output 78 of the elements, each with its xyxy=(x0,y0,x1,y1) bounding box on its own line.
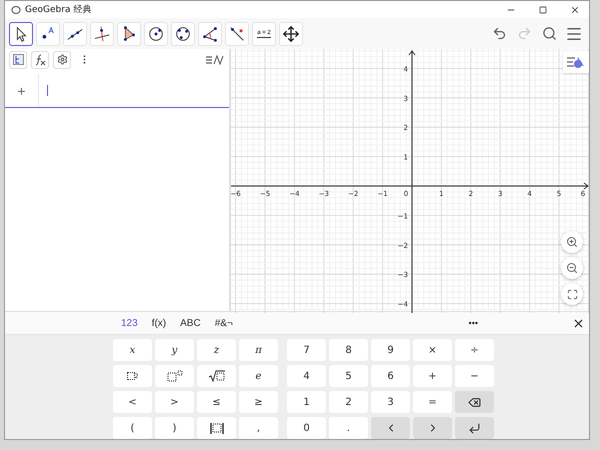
square-root-key[interactable] xyxy=(197,365,236,387)
keyboard-key[interactable]: < xyxy=(113,391,152,413)
keyboard-key[interactable]: e xyxy=(239,365,278,387)
style-bar-icon xyxy=(566,55,586,69)
keyboard-key[interactable]: × xyxy=(413,339,452,361)
keyboard-key[interactable]: ( xyxy=(113,417,152,439)
algebra-input-row[interactable]: + xyxy=(5,74,229,108)
gear-icon xyxy=(56,54,68,65)
keyboard-key[interactable]: 2 xyxy=(329,391,368,413)
keyboard-key[interactable]: > xyxy=(155,391,194,413)
zoom-in-button[interactable] xyxy=(561,231,583,253)
keyboard-key[interactable]: , xyxy=(239,417,278,439)
keyboard-key[interactable]: 8 xyxy=(329,339,368,361)
window-title: GeoGebra 经典 xyxy=(25,4,92,16)
keyboard-key[interactable]: y xyxy=(155,339,194,361)
keyboard-tab[interactable]: #&¬ xyxy=(214,318,233,328)
redo-icon xyxy=(516,26,532,41)
dotted-box-icon xyxy=(126,372,135,380)
style-bar-button[interactable] xyxy=(563,51,589,73)
power-key[interactable] xyxy=(155,365,194,387)
keyboard-key[interactable]: 4 xyxy=(287,365,326,387)
undo-icon xyxy=(492,26,506,41)
settings-button[interactable] xyxy=(53,50,71,68)
zoom-in-icon xyxy=(566,236,578,248)
keyboard-key[interactable]: ≤ xyxy=(197,391,236,413)
function-button[interactable] xyxy=(31,50,49,68)
keyboard-key[interactable]: ) xyxy=(155,417,194,439)
power-box-icon xyxy=(166,370,182,382)
move-arrows-icon xyxy=(282,24,300,42)
app-logo-icon xyxy=(11,4,21,14)
keyboard-key[interactable]: x xyxy=(113,339,152,361)
absolute-value-key[interactable] xyxy=(197,417,236,439)
keyboard-tab[interactable]: 123 xyxy=(121,318,138,328)
keyboard-key[interactable]: = xyxy=(413,391,452,413)
keyboard-key[interactable]: 0 xyxy=(287,417,326,439)
algebra-view-icon xyxy=(12,54,24,65)
keyboard-key[interactable]: + xyxy=(413,365,452,387)
keyboard-key[interactable]: ÷ xyxy=(455,339,494,361)
keyboard-key[interactable]: 6 xyxy=(371,365,410,387)
fx-icon xyxy=(34,54,46,66)
square-key[interactable]: 2 xyxy=(113,365,152,387)
keyboard-key[interactable]: 1 xyxy=(287,391,326,413)
line-with-point-icon xyxy=(228,24,246,42)
search-icon xyxy=(542,26,556,41)
keyboard-key[interactable]: π xyxy=(239,339,278,361)
circle-through-points-icon xyxy=(174,24,192,42)
zoom-out-button[interactable] xyxy=(561,257,583,279)
close-icon xyxy=(572,316,585,330)
tool-button[interactable] xyxy=(9,22,33,46)
angle-icon xyxy=(201,24,219,42)
keyboard-key[interactable]: . xyxy=(329,417,368,439)
keyboard-key[interactable]: ≥ xyxy=(239,391,278,413)
close-icon xyxy=(570,4,580,14)
zoom-out-icon xyxy=(566,262,578,274)
perpendicular-lines-icon xyxy=(93,24,111,42)
square-root-icon xyxy=(208,370,226,382)
fullscreen-button[interactable] xyxy=(561,283,583,305)
keyboard-tab[interactable]: f(x) xyxy=(152,318,166,328)
sort-graph-icon xyxy=(205,54,225,66)
fullscreen-icon xyxy=(566,288,578,300)
keyboard-key[interactable]: z xyxy=(197,339,236,361)
keyboard-key[interactable]: 7 xyxy=(287,339,326,361)
keyboard-key[interactable]: − xyxy=(455,365,494,387)
keyboard-key[interactable]: 9 xyxy=(371,339,410,361)
maximize-icon xyxy=(539,6,547,14)
keyboard-tab[interactable]: ABC xyxy=(180,318,201,328)
keyboard-key[interactable]: 3 xyxy=(371,391,410,413)
backspace-key[interactable] xyxy=(455,391,494,413)
backspace-icon xyxy=(468,396,481,408)
more-button[interactable]: ••• xyxy=(468,318,478,328)
algebra-view-button[interactable] xyxy=(9,50,27,68)
close-keyboard-button[interactable] xyxy=(572,316,585,330)
circle-icon xyxy=(147,24,165,42)
enter-icon xyxy=(468,422,481,434)
keyboard-key[interactable]: 5 xyxy=(329,365,368,387)
text-cursor xyxy=(47,85,48,96)
absolute-value-icon xyxy=(208,422,224,434)
enter-key[interactable] xyxy=(455,417,494,439)
